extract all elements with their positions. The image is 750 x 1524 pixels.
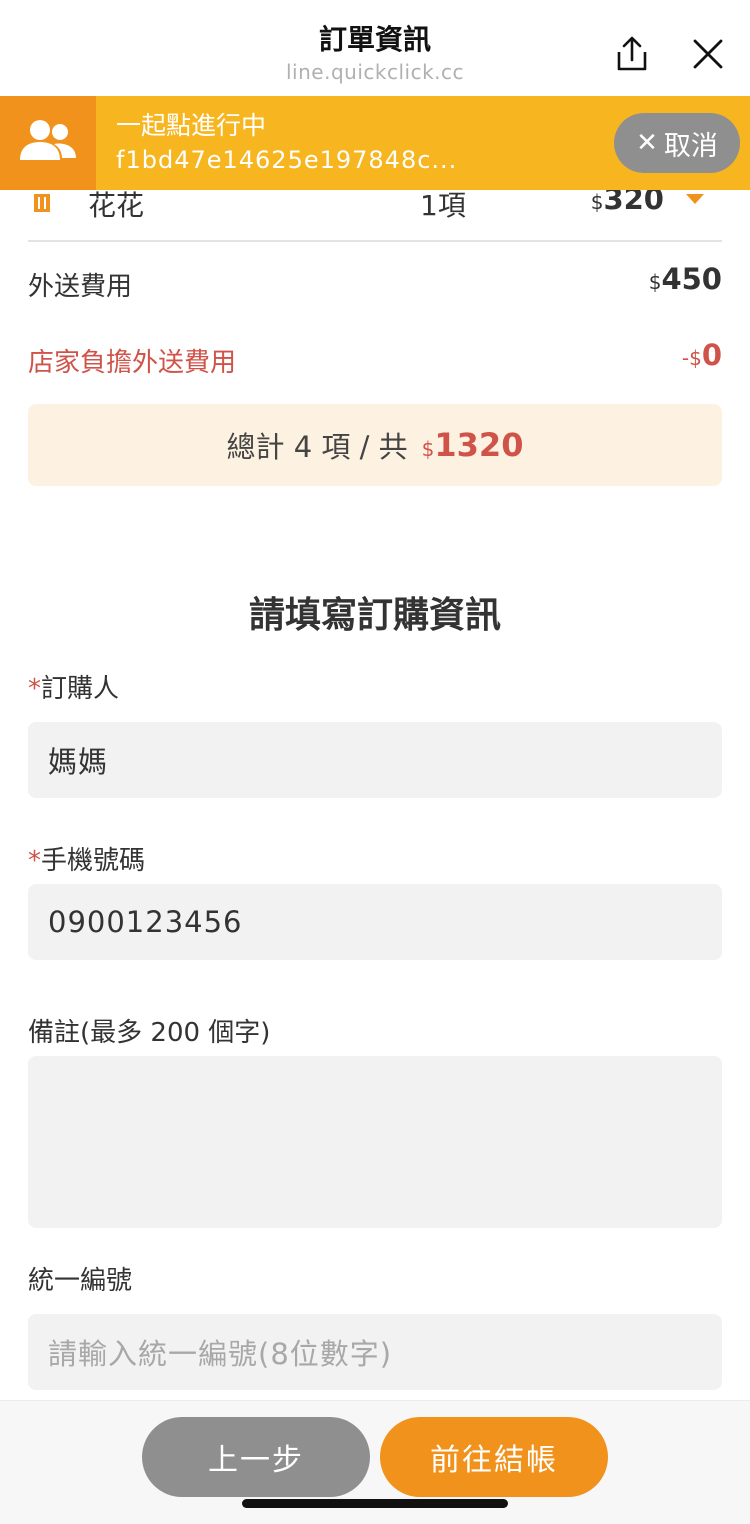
share-icon (617, 36, 647, 71)
divider (28, 240, 722, 242)
bottom-action-bar: 上一步 前往結帳 (0, 1400, 750, 1524)
group-avatar (0, 96, 96, 190)
form-title: 請填寫訂購資訊 (248, 595, 501, 636)
total-price-value: 1320 (434, 426, 524, 464)
close-button[interactable] (688, 34, 728, 74)
required-mark: * (28, 846, 41, 876)
required-mark: * (28, 674, 41, 704)
tax-id-label: 統一編號 (28, 1266, 133, 1296)
expand-caret-icon[interactable] (686, 194, 704, 204)
order-total: 總計 4 項 / 共 $1320 (28, 404, 722, 486)
cancel-label: 取消 (663, 130, 718, 162)
home-indicator[interactable] (242, 1499, 508, 1508)
minus-sign: - (681, 346, 690, 370)
buyer-name-value: 媽媽 (48, 745, 109, 779)
close-icon (693, 39, 723, 69)
phone-value: 0900123456 (48, 905, 243, 939)
group-order-banner: 一起點進行中 f1bd47e14625e197848c... ✕ 取消 (0, 96, 750, 190)
group-users-icon (20, 120, 76, 160)
buyer-label: *訂購人 (28, 668, 119, 705)
store-discount-row: 店家負擔外送費用 -$0 (28, 338, 722, 378)
share-button[interactable] (612, 34, 652, 74)
note-label: 備註(最多 200 個字) (28, 1018, 271, 1048)
delivery-fee-row: 外送費用 $450 (28, 262, 722, 302)
phone-label-text: 手機號碼 (41, 846, 146, 876)
delivery-fee-value: $450 (649, 262, 722, 296)
tax-id-placeholder: 請輸入統一編號(8位數字) (48, 1337, 393, 1371)
currency-symbol: $ (689, 346, 702, 370)
store-discount-value: -$0 (682, 338, 722, 372)
phone-label: *手機號碼 (28, 840, 145, 877)
item-name: 花花 (88, 189, 145, 222)
back-button[interactable]: 上一步 (142, 1417, 370, 1497)
tax-id-input[interactable]: 請輸入統一編號(8位數字) (28, 1314, 722, 1390)
currency-symbol: $ (421, 437, 435, 461)
currency-symbol: $ (648, 270, 662, 294)
store-discount-label: 店家負擔外送費用 (28, 348, 237, 378)
currency-symbol: $ (590, 190, 604, 214)
item-quantity: 1項 (420, 189, 466, 222)
close-icon: ✕ (636, 128, 658, 158)
buyer-name-input[interactable]: 媽媽 (28, 722, 722, 798)
delivery-fee-label: 外送費用 (28, 272, 133, 302)
phone-input[interactable]: 0900123456 (28, 884, 722, 960)
browser-header: 訂單資訊 line.quickclick.cc (0, 0, 750, 96)
trash-icon[interactable] (32, 192, 52, 212)
checkout-button[interactable]: 前往結帳 (380, 1417, 608, 1497)
delivery-fee-amount: 450 (661, 262, 722, 296)
cancel-group-order-button[interactable]: ✕ 取消 (614, 113, 740, 173)
group-order-code: f1bd47e14625e197848c... (116, 146, 458, 174)
note-textarea[interactable] (28, 1056, 722, 1228)
store-discount-amount: 0 (701, 338, 722, 372)
group-order-status: 一起點進行中 (116, 111, 267, 140)
buyer-label-text: 訂購人 (41, 674, 120, 704)
total-summary-text: 總計 4 項 / 共 (226, 430, 408, 464)
total-price: $1320 (422, 426, 524, 464)
